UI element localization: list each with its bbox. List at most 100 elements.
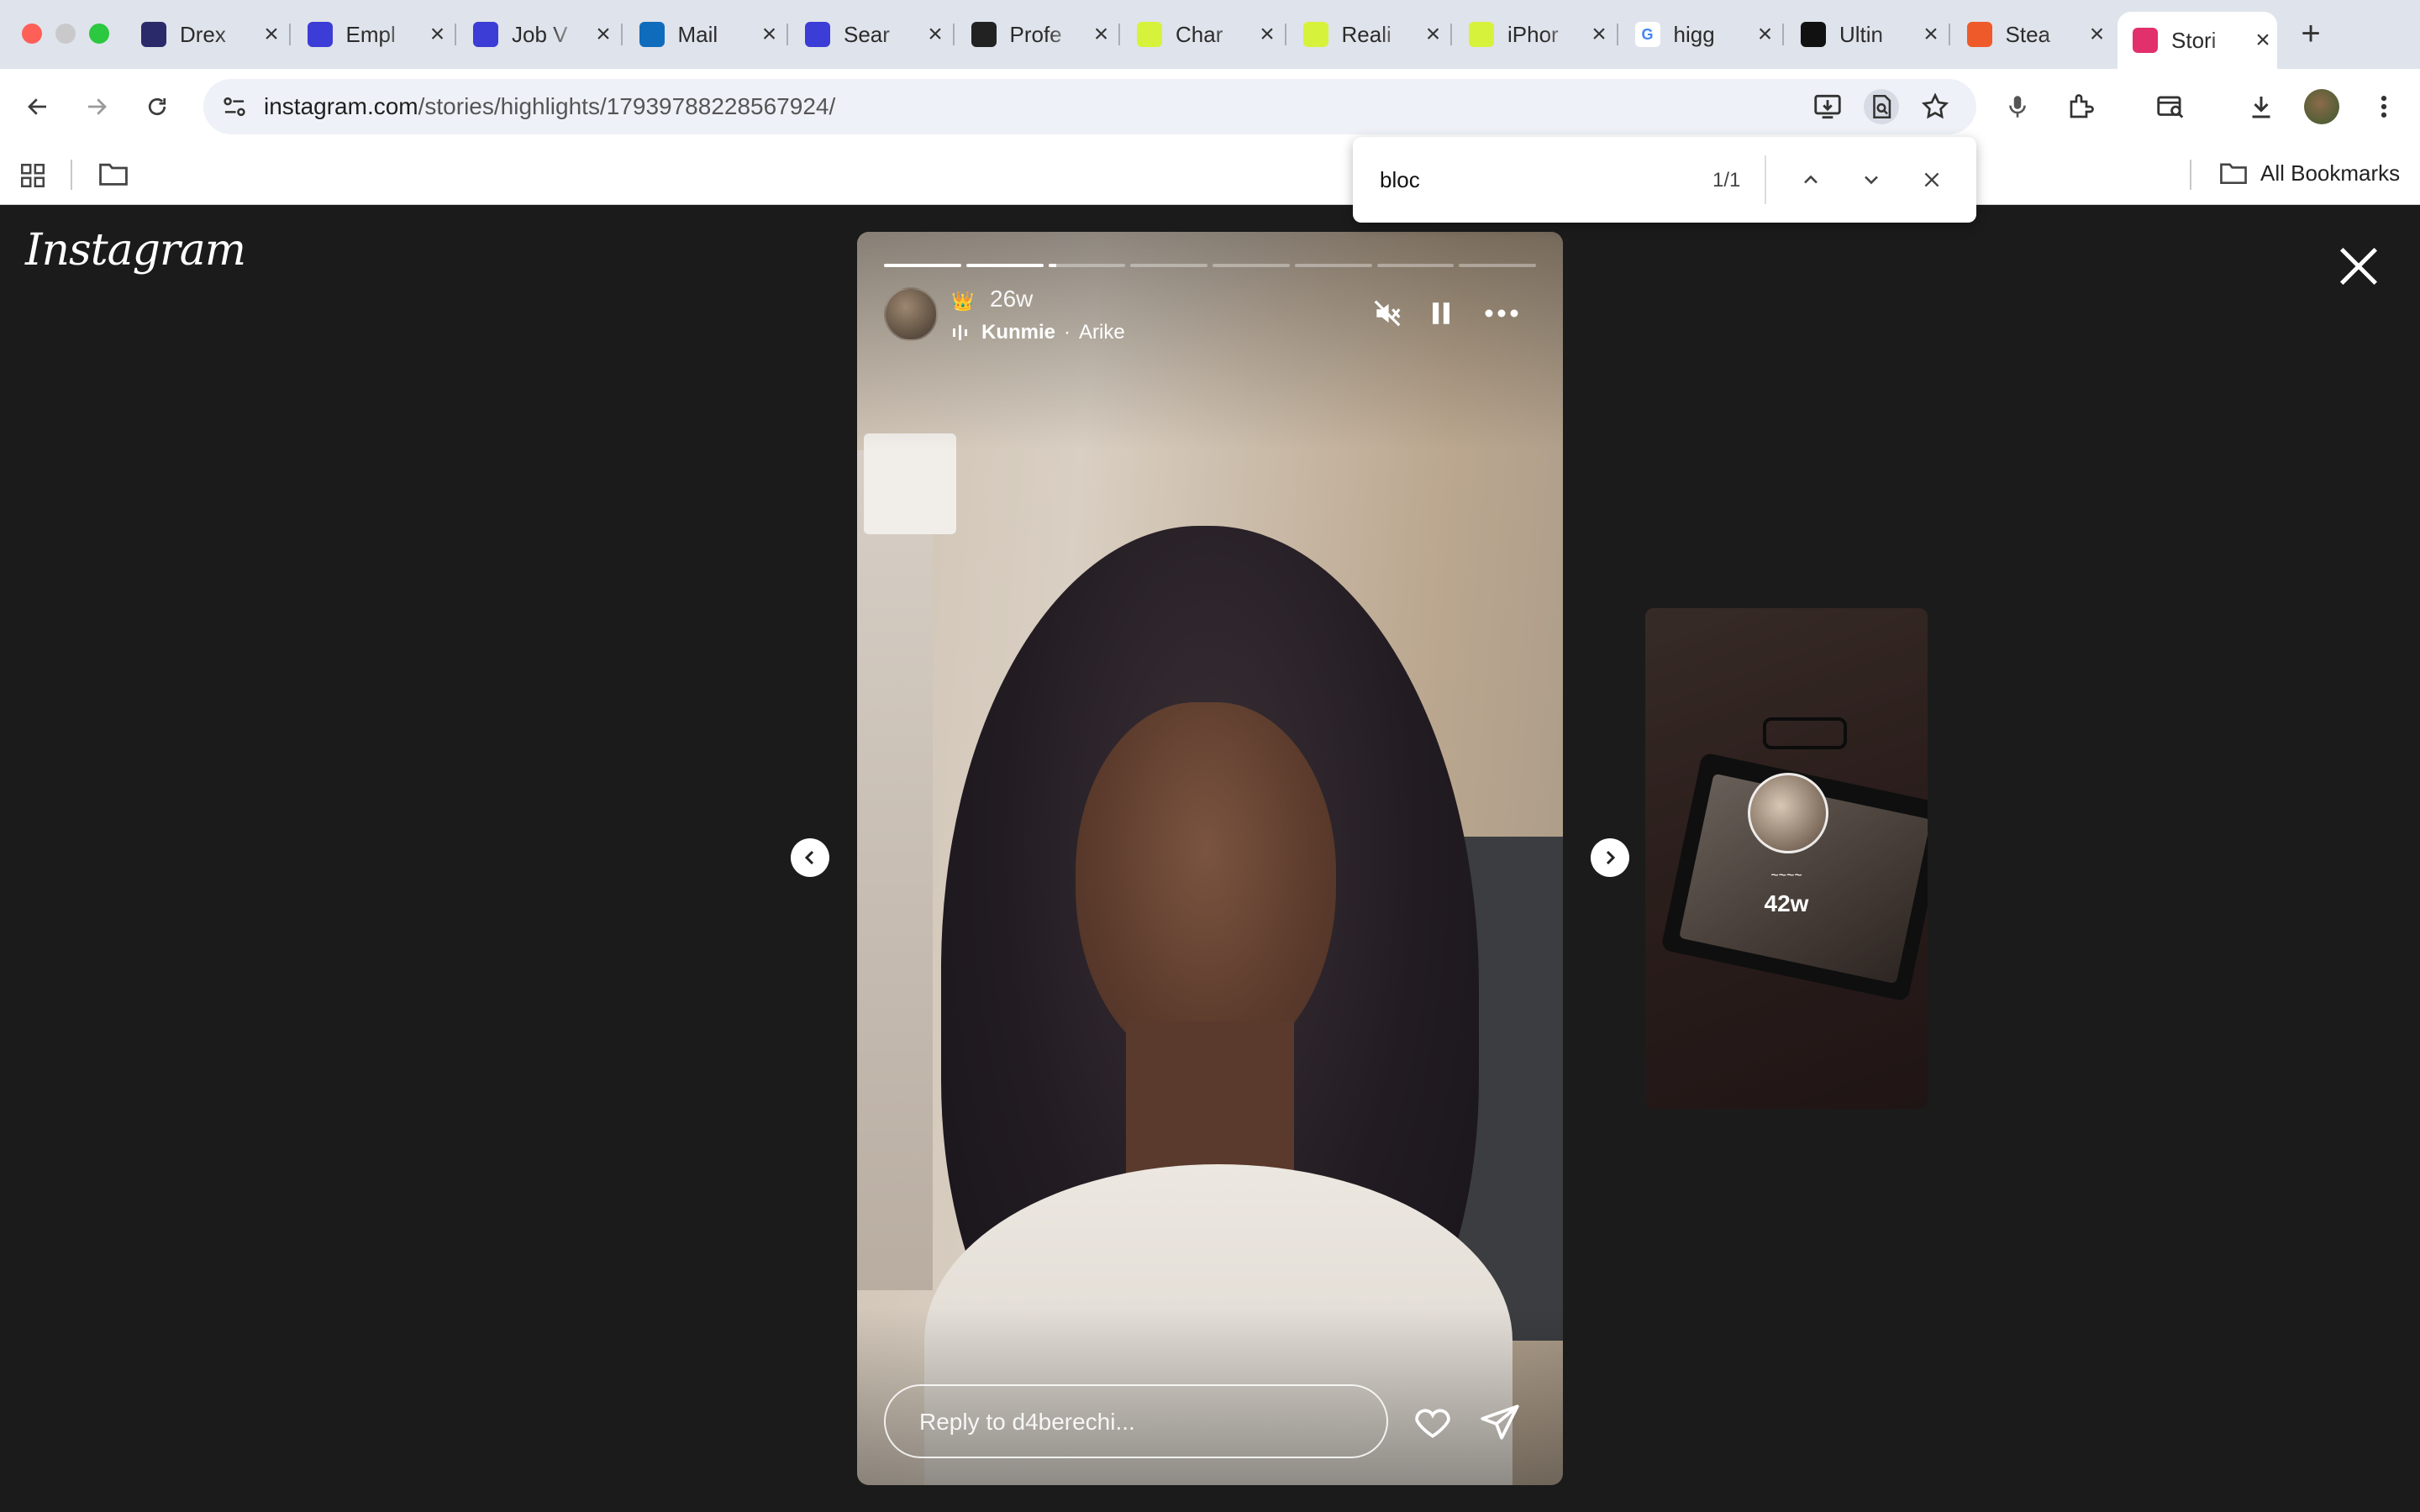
tab-label: Empl: [345, 21, 396, 47]
tab-label: Stori: [2171, 27, 2217, 53]
tab-close-icon[interactable]: ×: [2085, 22, 2110, 47]
window-minimize-button[interactable]: [55, 24, 76, 44]
tab-close-icon[interactable]: ×: [1421, 22, 1446, 47]
tab-close-icon[interactable]: ×: [1753, 22, 1778, 47]
story-viewer[interactable]: 👑 26w Kunmie · Arike Reply to d4berechi.…: [857, 232, 1563, 1485]
reply-placeholder: Reply to d4berechi...: [919, 1409, 1135, 1435]
back-button[interactable]: [18, 87, 57, 126]
share-button[interactable]: [1479, 1401, 1521, 1443]
folder-icon[interactable]: [97, 160, 129, 192]
tab-5[interactable]: Profe ×: [956, 12, 1116, 57]
progress-fill: [965, 264, 1044, 267]
browser-toolbar: instagram.com/stories/highlights/1793978…: [0, 69, 2420, 144]
tab-label: Char: [1176, 21, 1223, 47]
tab-close-icon[interactable]: ×: [259, 22, 284, 47]
yellow-swirl-icon: [1302, 22, 1328, 47]
reply-input[interactable]: Reply to d4berechi...: [884, 1384, 1388, 1458]
reload-button[interactable]: [138, 87, 176, 126]
apps-grid-icon[interactable]: [18, 161, 47, 194]
pause-button[interactable]: [1423, 296, 1459, 331]
browser-menu-icon[interactable]: [2366, 89, 2402, 124]
tab-6[interactable]: Char ×: [1122, 12, 1281, 57]
previous-story-button[interactable]: [791, 838, 829, 877]
google-icon: G: [1634, 22, 1660, 47]
downloads-icon[interactable]: [2244, 89, 2279, 124]
tab-close-icon[interactable]: ×: [923, 22, 948, 47]
microphone-icon[interactable]: [2000, 89, 2035, 124]
bookmark-star-icon[interactable]: [1918, 89, 1953, 124]
tab-9[interactable]: Ghigg ×: [1620, 12, 1780, 57]
tab-close-icon[interactable]: ×: [1089, 22, 1114, 47]
song-separator: ·: [1064, 321, 1071, 344]
profile-avatar[interactable]: [2304, 89, 2339, 124]
more-options-button[interactable]: [1484, 296, 1519, 331]
tab-7[interactable]: Reali ×: [1288, 12, 1448, 57]
crown-emoji-icon: 👑: [951, 291, 975, 312]
chevron-left-icon: [804, 850, 814, 865]
window-maximize-button[interactable]: [89, 24, 109, 44]
find-close-button[interactable]: [1914, 162, 1949, 197]
bookmark-separator: [71, 160, 72, 190]
site-info-icon[interactable]: [218, 91, 250, 123]
tab-close-icon[interactable]: ×: [425, 22, 450, 47]
next-story-preview[interactable]: ~~~~ 42w: [1645, 608, 1928, 1109]
tab-3[interactable]: Mail ×: [624, 12, 784, 57]
story-music[interactable]: Kunmie · Arike: [951, 321, 1125, 344]
tab-4[interactable]: Sear ×: [790, 12, 950, 57]
tab-separator: [1450, 24, 1452, 45]
tab-11[interactable]: Stea ×: [1952, 12, 2112, 57]
all-bookmarks-button[interactable]: All Bookmarks: [2218, 160, 2400, 186]
tab-close-icon[interactable]: ×: [2250, 28, 2275, 53]
bookmarks-bar: All Bookmarks: [0, 144, 2420, 205]
muted-speaker-icon: [1374, 300, 1401, 327]
tab-10[interactable]: Ultin ×: [1786, 12, 1945, 57]
tab-12[interactable]: Stori ×: [2118, 12, 2277, 69]
preview-timestamp: 42w: [1764, 890, 1809, 916]
find-input[interactable]: bloc: [1380, 167, 1420, 193]
find-match-count: 1/1: [1712, 169, 1741, 192]
find-previous-button[interactable]: [1793, 162, 1828, 197]
tab-close-icon[interactable]: ×: [757, 22, 782, 47]
bookmark-separator: [2190, 160, 2191, 190]
story-image-detail: [1076, 702, 1336, 1072]
forward-button[interactable]: [77, 87, 116, 126]
tab-label: Ultin: [1839, 21, 1884, 47]
extensions-icon[interactable]: [2064, 89, 2099, 124]
close-viewer-button[interactable]: [2336, 244, 2381, 289]
url-text[interactable]: instagram.com/stories/highlights/1793978…: [264, 93, 835, 120]
tab-close-icon[interactable]: ×: [1255, 22, 1280, 47]
story-author-avatar[interactable]: [884, 287, 938, 341]
instagram-logo[interactable]: Instagram: [25, 225, 246, 276]
tab-label: Sear: [844, 21, 890, 47]
find-in-page-icon[interactable]: [1864, 89, 1899, 124]
tab-2[interactable]: Job V ×: [458, 12, 618, 57]
tab-8[interactable]: iPhor ×: [1454, 12, 1613, 57]
film-icon: [1801, 22, 1826, 47]
blue-book-icon: [805, 22, 830, 47]
new-tab-button[interactable]: +: [2291, 15, 2331, 53]
next-story-button[interactable]: [1591, 838, 1629, 877]
mute-button[interactable]: [1370, 296, 1405, 331]
progress-segment: [1213, 264, 1290, 267]
install-app-icon[interactable]: [1810, 89, 1845, 124]
tab-label: Stea: [2005, 21, 2051, 47]
more-horizontal-icon: [1485, 309, 1518, 318]
preview-username: ~~~~: [1770, 869, 1802, 883]
find-separator: [1765, 155, 1766, 204]
tab-close-icon[interactable]: ×: [591, 22, 616, 47]
tab-separator: [1782, 24, 1784, 45]
tab-0[interactable]: Drex ×: [126, 12, 286, 57]
tab-1[interactable]: Empl ×: [292, 12, 452, 57]
like-button[interactable]: [1412, 1401, 1454, 1443]
tab-close-icon[interactable]: ×: [1918, 22, 1944, 47]
progress-segment: [1294, 264, 1372, 267]
tab-label: Job V: [512, 21, 568, 47]
tab-separator: [1284, 24, 1286, 45]
tab-close-icon[interactable]: ×: [1586, 22, 1612, 47]
tab-search-icon[interactable]: [2153, 89, 2188, 124]
bookmark-orange-icon: [1966, 22, 1992, 47]
address-bar[interactable]: instagram.com/stories/highlights/1793978…: [203, 79, 1976, 134]
find-next-button[interactable]: [1854, 162, 1889, 197]
window-close-button[interactable]: [22, 24, 42, 44]
tab-label: Profe: [1009, 21, 1062, 47]
